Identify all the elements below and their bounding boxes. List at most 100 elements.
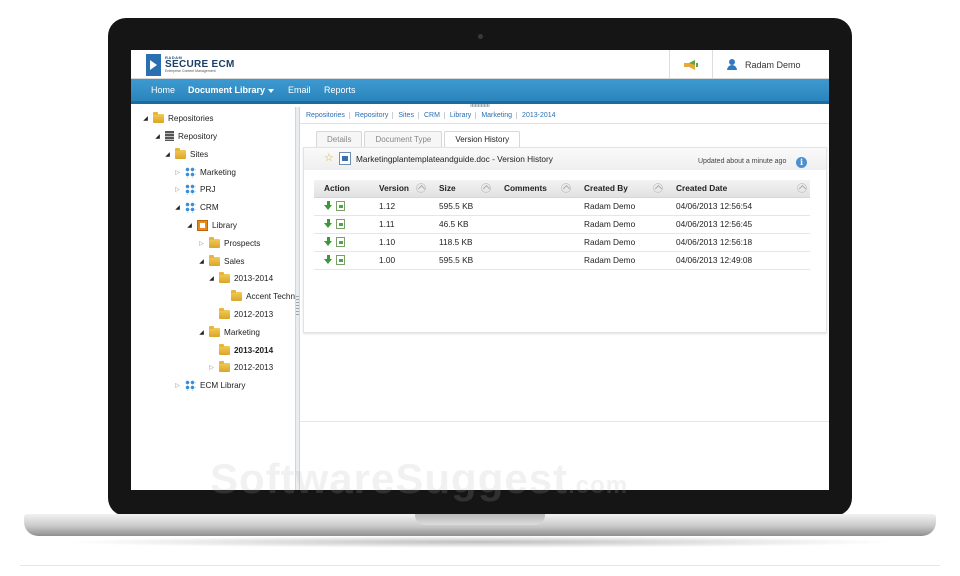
- expand-icon[interactable]: ▷: [173, 186, 182, 193]
- breadcrumb-item[interactable]: CRM: [424, 111, 445, 119]
- breadcrumb-item[interactable]: Sites: [398, 111, 419, 119]
- column-header[interactable]: Created By: [574, 180, 666, 198]
- tree-item-label: Sites: [190, 149, 209, 159]
- user-menu[interactable]: Radam Demo: [727, 50, 801, 79]
- version-table: Action Version Size Comments Created By Creat…: [314, 180, 810, 270]
- tree-item[interactable]: ◢ Sales: [197, 253, 244, 269]
- collapse-icon[interactable]: ◢: [153, 133, 162, 140]
- breadcrumb-item[interactable]: 2013-2014: [522, 112, 559, 119]
- folder-icon: [231, 289, 242, 301]
- tree-item[interactable]: ◢ Marketing: [197, 324, 260, 340]
- tree-item[interactable]: ▷ 2012-2013: [207, 359, 273, 375]
- breadcrumb-item[interactable]: Library: [450, 111, 477, 119]
- tree-item[interactable]: 2013-2014: [207, 342, 273, 358]
- tree-item-label: CRM: [200, 202, 219, 212]
- table-row[interactable]: 1.00 595.5 KB Radam Demo 04/06/2013 12:49:0…: [314, 251, 810, 270]
- view-document-icon[interactable]: [336, 255, 345, 266]
- view-document-icon[interactable]: [336, 201, 345, 212]
- splitter-grip[interactable]: [296, 296, 299, 316]
- cell-version: 1.10: [369, 233, 429, 252]
- laptop-base-notch: [415, 514, 545, 525]
- tree-item[interactable]: ▷ Marketing: [173, 164, 236, 180]
- download-icon[interactable]: [324, 201, 333, 211]
- tree-item[interactable]: ▷ Prospects: [197, 235, 260, 251]
- tab-document-type[interactable]: Document Type: [364, 131, 443, 147]
- breadcrumb-item[interactable]: Repository: [355, 111, 394, 119]
- collapse-icon[interactable]: ◢: [185, 222, 194, 229]
- expand-icon[interactable]: ▷: [173, 382, 182, 389]
- collapse-icon[interactable]: ◢: [197, 329, 206, 336]
- tree-item[interactable]: Accent Techno: [219, 288, 300, 304]
- download-icon[interactable]: [324, 219, 333, 229]
- column-header[interactable]: Version: [369, 180, 429, 198]
- tab-details[interactable]: Details: [316, 131, 363, 147]
- tree-item-label: 2012-2013: [234, 309, 274, 319]
- column-header[interactable]: Size: [429, 180, 494, 198]
- tree-item[interactable]: ◢ Sites: [163, 146, 208, 162]
- action-cell: [314, 251, 369, 270]
- tree-item-label: 2013-2014: [234, 345, 274, 355]
- tree-item-label: PRJ: [200, 184, 216, 194]
- logo[interactable]: RADAM SECURE ECM Enterprise Content Mana…: [146, 53, 235, 77]
- breadcrumb: Repositories Repository Sites CRM Library Mar…: [300, 107, 829, 124]
- row-actions: [324, 219, 345, 230]
- laptop-shadow: [60, 536, 900, 548]
- table-row[interactable]: 1.10 118.5 KB Radam Demo 04/06/2013 12:56:1…: [314, 233, 810, 252]
- tree-item-label: Accent Techno: [246, 291, 300, 301]
- sort-icon[interactable]: [561, 183, 571, 193]
- chevron-down-icon: [268, 88, 275, 93]
- nav-email[interactable]: Email: [288, 85, 311, 95]
- sort-icon[interactable]: [797, 183, 807, 193]
- download-icon[interactable]: [324, 237, 333, 247]
- watermark-suffix: .com: [568, 472, 629, 499]
- tree-item[interactable]: ◢ Repositories: [141, 110, 214, 126]
- view-document-icon[interactable]: [336, 219, 345, 230]
- table-row[interactable]: 1.12 595.5 KB Radam Demo 04/06/2013 12:56:5…: [314, 197, 810, 216]
- expand-icon[interactable]: ▷: [207, 364, 216, 371]
- sort-icon[interactable]: [653, 183, 663, 193]
- nav-home[interactable]: Home: [151, 85, 175, 95]
- row-actions: [324, 237, 345, 248]
- tree-item-label: Marketing: [200, 167, 236, 177]
- watermark-main: SoftwareSuggest: [210, 455, 569, 502]
- notifications-button[interactable]: [669, 50, 713, 79]
- tree-item[interactable]: ▷ ECM Library: [173, 377, 246, 393]
- tree-item-label: 2012-2013: [234, 362, 274, 372]
- collapse-icon[interactable]: ◢: [197, 258, 206, 265]
- tree-item[interactable]: ▷ PRJ: [173, 181, 215, 197]
- table-row[interactable]: 1.11 46.5 KB Radam Demo 04/06/2013 12:56:45: [314, 215, 810, 234]
- tree-item[interactable]: ◢ Library: [185, 217, 237, 233]
- tree-item[interactable]: ◢ CRM: [173, 199, 219, 215]
- expand-icon[interactable]: ▷: [173, 169, 182, 176]
- tree-item[interactable]: ◢ 2013-2014: [207, 270, 273, 286]
- collapse-icon[interactable]: ◢: [207, 275, 216, 282]
- sort-icon[interactable]: [416, 183, 426, 193]
- breadcrumb-item[interactable]: Marketing: [481, 111, 518, 119]
- logo-subtitle: Enterprise Content Management: [165, 69, 216, 74]
- tree-item-label: Marketing: [224, 327, 260, 337]
- column-header[interactable]: Action: [314, 180, 369, 198]
- info-icon[interactable]: i: [796, 157, 807, 168]
- folder-icon: [209, 254, 220, 266]
- column-header[interactable]: Created Date: [666, 180, 810, 198]
- tree-item-label: ECM Library: [200, 380, 246, 390]
- nav-document-library[interactable]: Document Library: [188, 85, 275, 95]
- expand-icon[interactable]: ▷: [197, 240, 206, 247]
- sort-icon[interactable]: [481, 183, 491, 193]
- cell-comments: [494, 251, 574, 270]
- cell-version: 1.00: [369, 251, 429, 270]
- cell-created-date: 04/06/2013 12:56:54: [666, 197, 810, 216]
- column-header[interactable]: Comments: [494, 180, 574, 198]
- breadcrumb-item[interactable]: Repositories: [306, 111, 350, 119]
- collapse-icon[interactable]: ◢: [141, 115, 150, 122]
- tree-item[interactable]: ◢ Repository: [153, 128, 217, 144]
- document-icon: [339, 152, 351, 165]
- tree-item[interactable]: 2012-2013: [207, 306, 273, 322]
- favorite-star-icon[interactable]: ☆: [324, 153, 334, 164]
- download-icon[interactable]: [324, 255, 333, 265]
- view-document-icon[interactable]: [336, 237, 345, 248]
- tab-version-history[interactable]: Version History: [444, 131, 521, 147]
- collapse-icon[interactable]: ◢: [163, 151, 172, 158]
- nav-reports[interactable]: Reports: [324, 85, 356, 95]
- collapse-icon[interactable]: ◢: [173, 204, 182, 211]
